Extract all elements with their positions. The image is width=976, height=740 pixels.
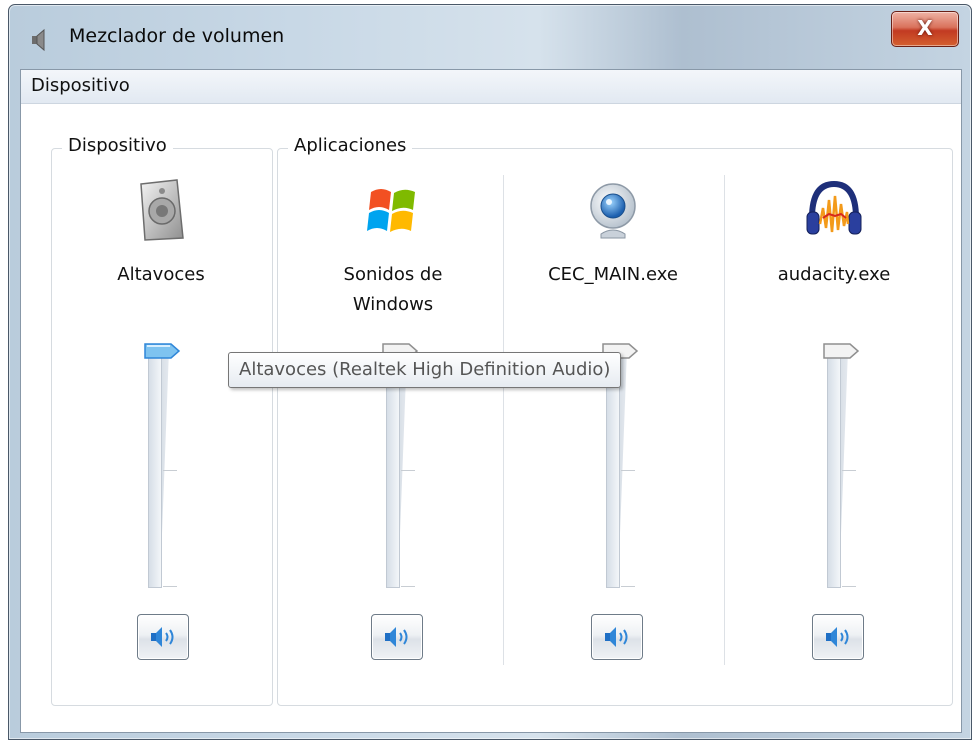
- slider-tick: [842, 470, 856, 471]
- column-divider: [503, 175, 504, 665]
- menu-bar: Dispositivo: [21, 70, 961, 104]
- app-name: CEC_MAIN.exe: [548, 264, 678, 285]
- device-group-label: Dispositivo: [62, 135, 173, 156]
- slider-tick: [401, 586, 415, 587]
- device-tooltip: Altavoces (Realtek High Definition Audio…: [228, 352, 622, 388]
- mute-button[interactable]: [591, 614, 643, 660]
- mute-button[interactable]: [371, 614, 423, 660]
- mute-button[interactable]: [812, 614, 864, 660]
- applications-group-label: Aplicaciones: [288, 135, 413, 156]
- column-divider: [724, 175, 725, 665]
- webcam-icon[interactable]: [583, 178, 643, 242]
- audacity-icon[interactable]: [804, 178, 864, 242]
- window-title: Mezclador de volumen: [69, 25, 285, 47]
- slider-tick: [621, 470, 635, 471]
- close-button[interactable]: X: [891, 11, 959, 47]
- volume-slider-thumb[interactable]: [822, 342, 860, 360]
- volume-slider-track[interactable]: [148, 350, 162, 588]
- volume-icon: [151, 627, 174, 647]
- windows-logo-icon[interactable]: [363, 178, 423, 242]
- speaker-icon: [32, 28, 45, 52]
- device-name: Altavoces: [117, 264, 205, 285]
- app-name: audacity.exe: [777, 264, 891, 285]
- mute-button[interactable]: [137, 614, 189, 660]
- volume-icon: [605, 627, 628, 647]
- client-area: Dispositivo Dispositivo Aplicaciones Alt…: [20, 69, 962, 733]
- slider-tick: [401, 470, 415, 471]
- volume-icon: [385, 627, 408, 647]
- volume-slider-track[interactable]: [827, 350, 841, 588]
- menu-item-dispositivo[interactable]: Dispositivo: [31, 75, 130, 96]
- app-name: Sonidos de Windows: [343, 264, 443, 315]
- slider-tick: [163, 470, 177, 471]
- volume-icon: [826, 627, 849, 647]
- volume-slider-thumb[interactable]: [143, 342, 181, 360]
- speaker-icon[interactable]: [131, 178, 191, 242]
- slider-tick: [621, 586, 635, 587]
- title-bar[interactable]: Mezclador de volumen X: [9, 5, 971, 67]
- slider-tick: [842, 586, 856, 587]
- slider-tick: [163, 586, 177, 587]
- volume-mixer-window: Mezclador de volumen X Dispositivo Dispo…: [8, 4, 972, 740]
